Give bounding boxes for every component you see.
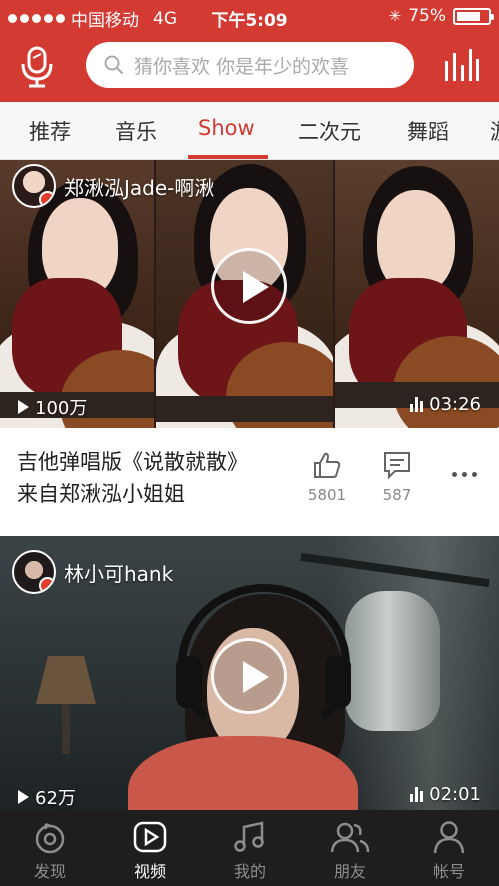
more-options-button[interactable] bbox=[452, 472, 477, 477]
video-title-line: 吉他弹唱版《说散就散》 bbox=[17, 450, 248, 474]
more-dot-icon bbox=[452, 472, 457, 477]
comment-icon bbox=[384, 452, 410, 480]
status-bar: 中国移动 4G 下午5:09 ✳ 75% bbox=[0, 0, 499, 34]
play-count-value: 100万 bbox=[35, 398, 88, 419]
video-title-line: 来自郑湫泓小姐姐 bbox=[17, 482, 185, 506]
play-count: 100万 bbox=[18, 394, 87, 420]
battery-fill bbox=[457, 11, 480, 21]
author-name[interactable]: 郑湫泓Jade-啊湫 bbox=[64, 172, 214, 201]
nav-friends[interactable]: 朋友 bbox=[300, 810, 400, 886]
nav-video[interactable]: 视频 bbox=[100, 810, 200, 886]
top-bar: 中国移动 4G 下午5:09 ✳ 75% 猜你喜欢 你是年少的欢喜 bbox=[0, 0, 499, 102]
author-name[interactable]: 林小可hank bbox=[64, 558, 173, 587]
nav-label: 发现 bbox=[33, 862, 66, 881]
nav-mine[interactable]: 我的 bbox=[200, 810, 300, 886]
play-count-icon bbox=[18, 790, 29, 804]
comment-button[interactable]: 587 bbox=[367, 450, 427, 504]
nav-label: 朋友 bbox=[333, 862, 366, 881]
bottom-nav: 发现 视频 我的 朋友 帐号 bbox=[0, 810, 499, 886]
like-button[interactable]: 5801 bbox=[297, 450, 357, 504]
more-dot-icon bbox=[472, 472, 477, 477]
duration-value: 03:26 bbox=[429, 394, 481, 415]
tab-game[interactable]: 游 bbox=[490, 116, 499, 146]
duration-icon bbox=[410, 397, 424, 412]
studio-mic-shape bbox=[345, 591, 440, 731]
friends-icon bbox=[330, 822, 370, 853]
author-row[interactable]: 林小可hank bbox=[12, 550, 173, 594]
video-title[interactable]: 吉他弹唱版《说散就散》 来自郑湫泓小姐姐 bbox=[17, 446, 248, 510]
tab-dance[interactable]: 舞蹈 bbox=[407, 116, 449, 146]
now-playing-button[interactable] bbox=[443, 47, 479, 83]
play-count-icon bbox=[18, 400, 29, 414]
play-count: 62万 bbox=[18, 784, 76, 810]
like-count: 5801 bbox=[307, 486, 347, 504]
avatar[interactable] bbox=[12, 550, 56, 594]
activity-spinner-icon: ✳ bbox=[388, 7, 402, 25]
tab-acg[interactable]: 二次元 bbox=[298, 116, 361, 146]
search-input[interactable]: 猜你喜欢 你是年少的欢喜 bbox=[86, 42, 414, 88]
duration-icon bbox=[410, 787, 424, 802]
music-note-icon bbox=[234, 821, 264, 852]
battery-percent: 75% bbox=[408, 6, 446, 26]
tab-music[interactable]: 音乐 bbox=[115, 116, 157, 146]
play-count-value: 62万 bbox=[35, 788, 76, 809]
equalizer-icon bbox=[445, 49, 479, 81]
account-icon bbox=[433, 821, 465, 854]
tab-recommend[interactable]: 推荐 bbox=[29, 116, 71, 146]
verified-badge-icon bbox=[39, 191, 54, 206]
nav-label: 帐号 bbox=[432, 862, 465, 881]
nav-account[interactable]: 帐号 bbox=[399, 810, 499, 886]
active-tab-indicator bbox=[188, 155, 268, 159]
nav-label: 我的 bbox=[233, 862, 266, 881]
author-row[interactable]: 郑湫泓Jade-啊湫 bbox=[12, 164, 214, 208]
video-info: 吉他弹唱版《说散就散》 来自郑湫泓小姐姐 5801 587 bbox=[0, 428, 499, 536]
duration-value: 02:01 bbox=[429, 784, 481, 805]
discover-icon bbox=[35, 823, 65, 854]
video-frame bbox=[335, 160, 499, 428]
nav-discover[interactable]: 发现 bbox=[0, 810, 100, 886]
search-icon bbox=[104, 55, 124, 75]
verified-badge-icon bbox=[39, 577, 54, 592]
lamp-shape bbox=[36, 656, 96, 704]
search-placeholder: 猜你喜欢 你是年少的欢喜 bbox=[134, 55, 350, 78]
thumbs-up-icon bbox=[314, 452, 341, 478]
tab-show[interactable]: Show bbox=[198, 116, 255, 140]
play-button[interactable] bbox=[211, 248, 287, 324]
battery-icon bbox=[453, 7, 494, 25]
video-duration: 02:01 bbox=[410, 784, 481, 805]
video-icon bbox=[133, 821, 167, 853]
nav-label: 视频 bbox=[133, 862, 166, 881]
mic-button[interactable] bbox=[20, 46, 54, 88]
play-button[interactable] bbox=[211, 638, 287, 714]
avatar[interactable] bbox=[12, 164, 56, 208]
more-dot-icon bbox=[462, 472, 467, 477]
comment-count: 587 bbox=[382, 486, 412, 504]
category-tabs: 推荐 音乐 Show 二次元 舞蹈 游 bbox=[0, 102, 499, 160]
mic-icon bbox=[21, 46, 53, 88]
video-duration: 03:26 bbox=[410, 394, 481, 415]
